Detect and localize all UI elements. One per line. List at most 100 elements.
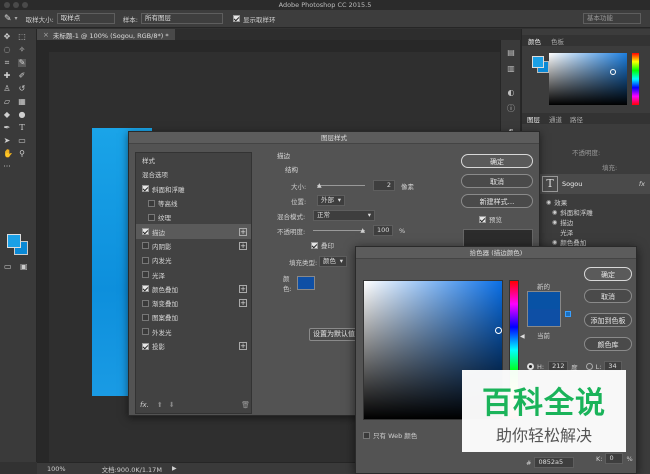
set-default-button[interactable]: 设置为默认值: [309, 328, 359, 341]
blend-options-item[interactable]: 混合选项: [136, 167, 251, 181]
style-item-checkbox[interactable]: [142, 342, 149, 350]
color-panel-hue-slider[interactable]: [632, 53, 639, 105]
sample-size-select[interactable]: 取样点: [56, 13, 115, 24]
screen-mode-icon[interactable]: ▣: [20, 262, 28, 271]
style-item-checkbox[interactable]: [142, 299, 149, 307]
tab-swatches[interactable]: 色板: [547, 36, 568, 46]
style-item[interactable]: 图案叠加: [136, 310, 251, 324]
black-input[interactable]: 0: [605, 453, 624, 464]
add-to-swatches-button[interactable]: 添加到色板: [584, 313, 632, 327]
add-effect-plus-icon[interactable]: +: [239, 227, 247, 236]
style-item[interactable]: 斜面和浮雕: [136, 182, 251, 196]
layer-row[interactable]: T Sogou fx: [540, 174, 650, 194]
hex-input[interactable]: 0852a5: [534, 457, 575, 468]
style-item-checkbox[interactable]: [142, 228, 149, 236]
style-item[interactable]: 外发光: [136, 325, 251, 339]
style-item[interactable]: 光泽: [136, 267, 251, 281]
blur-tool-icon[interactable]: ◆: [3, 111, 11, 119]
ok-button[interactable]: 确定: [461, 154, 533, 168]
style-item-checkbox[interactable]: [148, 199, 155, 207]
history-panel-icon[interactable]: ▤: [506, 48, 516, 57]
properties-panel-icon[interactable]: ▥: [506, 64, 516, 73]
opacity-slider[interactable]: ▲: [313, 227, 365, 234]
position-select[interactable]: 外部 ▾: [317, 195, 345, 206]
tool-preset-chevron-icon[interactable]: ▾: [15, 15, 18, 22]
style-item[interactable]: 渐变叠加 +: [136, 296, 251, 310]
add-effect-plus-icon[interactable]: +: [239, 284, 247, 293]
move-tool-icon[interactable]: ✥: [3, 33, 11, 41]
layer-fx-icon[interactable]: fx: [639, 180, 645, 188]
magic-wand-tool-icon[interactable]: ✧: [18, 46, 26, 54]
color-cancel-button[interactable]: 取消: [584, 289, 632, 303]
overprint-checkbox[interactable]: [311, 241, 318, 249]
styles-header[interactable]: 样式: [136, 153, 251, 167]
lasso-tool-icon[interactable]: ◌: [3, 46, 11, 54]
hand-tool-icon[interactable]: ✋: [3, 150, 13, 158]
style-item-checkbox[interactable]: [142, 328, 149, 336]
size-slider[interactable]: ▲: [317, 182, 365, 189]
eyedropper-tool-icon[interactable]: ✎: [18, 59, 26, 67]
eye-icon[interactable]: ◉: [552, 209, 557, 216]
adjustments-panel-icon[interactable]: ◐: [506, 88, 516, 97]
crop-tool-icon[interactable]: ⌗: [3, 59, 11, 67]
eyedropper-tool-icon[interactable]: ✎: [4, 14, 12, 24]
history-brush-tool-icon[interactable]: ↺: [18, 85, 26, 93]
move-up-arrow-icon[interactable]: ⬆: [157, 401, 163, 409]
color-panel-field[interactable]: [549, 53, 627, 105]
info-panel-icon[interactable]: ⓘ: [506, 104, 516, 113]
size-input[interactable]: 2: [373, 180, 395, 191]
lightness-radio[interactable]: [585, 363, 593, 370]
trash-icon[interactable]: 🗑: [241, 401, 250, 409]
web-only-checkbox[interactable]: [363, 431, 370, 439]
new-style-button[interactable]: 新建样式...: [461, 194, 533, 208]
tab-layers[interactable]: 图层: [522, 114, 545, 124]
cancel-button[interactable]: 取消: [461, 174, 533, 188]
eye-icon[interactable]: ◉: [552, 219, 557, 226]
eye-icon[interactable]: ◉: [552, 239, 557, 246]
tab-channels[interactable]: 通道: [545, 114, 566, 124]
document-tab[interactable]: × 未标题-1 @ 100% (Sogou, RGB/8*) *: [37, 29, 175, 40]
color-libraries-button[interactable]: 颜色库: [584, 337, 632, 351]
move-down-arrow-icon[interactable]: ⬇: [169, 401, 175, 409]
style-item-checkbox[interactable]: [142, 313, 149, 321]
style-item[interactable]: 投影 +: [136, 339, 251, 353]
sample-select[interactable]: 所有图层: [140, 13, 223, 24]
opacity-input[interactable]: 100: [373, 225, 393, 236]
show-ring-checkbox[interactable]: [232, 15, 240, 22]
style-item-checkbox[interactable]: [142, 185, 149, 193]
color-ok-button[interactable]: 确定: [584, 267, 632, 281]
preview-checkbox[interactable]: [479, 215, 486, 223]
add-effect-plus-icon[interactable]: +: [239, 299, 247, 308]
hue-radio[interactable]: [527, 363, 534, 370]
healing-brush-tool-icon[interactable]: ✚: [3, 72, 11, 80]
out-of-gamut-cube-icon[interactable]: [565, 311, 571, 317]
style-item-checkbox[interactable]: [142, 271, 149, 279]
rectangle-tool-icon[interactable]: ▭: [18, 137, 26, 145]
pen-tool-icon[interactable]: ✒: [3, 124, 11, 132]
foreground-color-swatch[interactable]: [7, 234, 21, 248]
stroke-color-swatch[interactable]: [297, 276, 315, 290]
add-effect-plus-icon[interactable]: +: [239, 241, 247, 250]
fx-menu-button[interactable]: fx.: [140, 401, 149, 409]
style-item[interactable]: 内阴影 +: [136, 239, 251, 253]
blend-mode-select[interactable]: 正常 ▾: [313, 210, 375, 221]
eye-icon[interactable]: ◉: [546, 199, 551, 206]
style-item-checkbox[interactable]: [142, 242, 149, 250]
quick-mask-icon[interactable]: ▭: [4, 262, 12, 271]
status-arrow-icon[interactable]: ▶: [172, 465, 177, 472]
type-tool-icon[interactable]: T: [18, 124, 26, 132]
tab-color[interactable]: 颜色: [522, 36, 547, 46]
tab-paths[interactable]: 路径: [566, 114, 587, 124]
current-color-swatch[interactable]: [527, 309, 561, 327]
marquee-tool-icon[interactable]: ⬚: [18, 33, 26, 41]
clone-stamp-tool-icon[interactable]: ♙: [3, 85, 11, 93]
fill-type-select[interactable]: 颜色 ▾: [319, 256, 347, 267]
workspace-select[interactable]: 基本功能: [583, 13, 641, 24]
style-item-checkbox[interactable]: [142, 285, 149, 293]
style-item[interactable]: 内发光: [136, 253, 251, 267]
style-item[interactable]: 颜色叠加 +: [136, 282, 251, 296]
style-item[interactable]: 等高线: [136, 196, 251, 210]
zoom-tool-icon[interactable]: ⚲: [18, 150, 26, 158]
style-item-checkbox[interactable]: [148, 213, 155, 221]
path-selection-tool-icon[interactable]: ➤: [3, 137, 11, 145]
